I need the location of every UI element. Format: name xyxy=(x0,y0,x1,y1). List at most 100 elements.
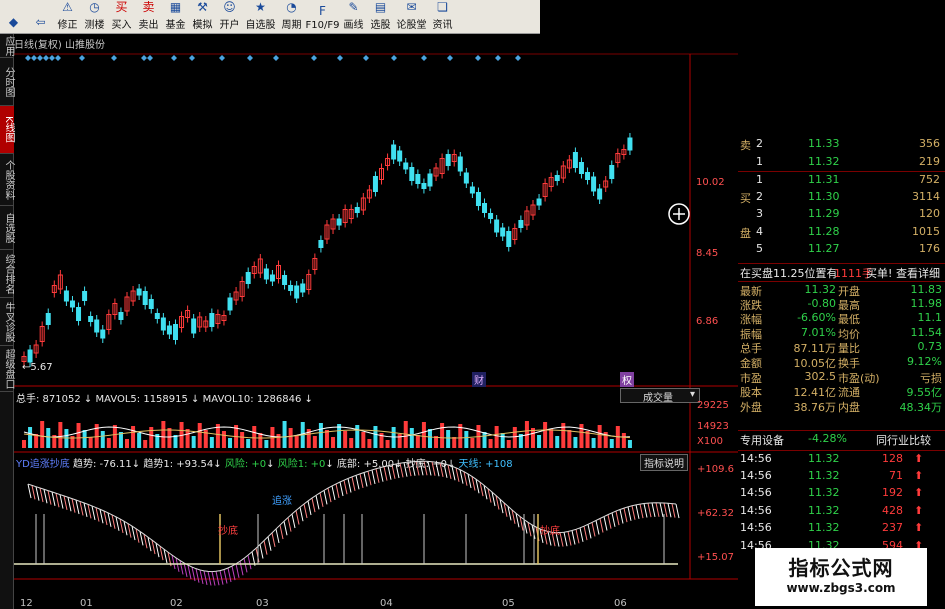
order-book-row: 5 11.27 176 xyxy=(738,241,945,257)
kline-chart-area[interactable]: 10.02 8.45 6.86 12 01 02 03 04 05 06 xyxy=(14,34,752,609)
indicator-trend1: 趋势1: +93.54 xyxy=(143,459,214,470)
toolbar-button-0[interactable]: ◆ xyxy=(0,0,27,33)
indicator-hatch-143 xyxy=(599,518,604,533)
toolbar-button-13[interactable]: ▤ 选股 xyxy=(367,0,394,33)
left-tab-7[interactable]: 超级盘口 xyxy=(0,346,14,392)
orderbook-info-buy: 买单! xyxy=(866,267,893,280)
stat-value-2: 11.98 xyxy=(910,296,943,310)
ex-right-marker[interactable]: 权 xyxy=(620,372,634,387)
indicator-plot xyxy=(14,460,680,586)
left-tab-1[interactable]: 分时图 xyxy=(0,58,14,106)
toolbar-button-9[interactable]: ★ 自选股 xyxy=(243,0,278,33)
candle-body-45 xyxy=(294,285,300,299)
signal-diamond-20 xyxy=(447,55,453,61)
toolbar-button-8[interactable]: ☺ 开户 xyxy=(216,0,243,33)
volume-total: 总手: 871052 xyxy=(16,394,81,405)
toolbar-label: 修正 xyxy=(57,20,78,31)
tick-price: 11.32 xyxy=(808,452,840,465)
signal-diamond-13 xyxy=(247,55,253,61)
volume-bar-64 xyxy=(409,428,414,448)
signal-diamond-18 xyxy=(391,55,397,61)
sector-change: -4.28% xyxy=(808,432,847,445)
watermark-banner: 指标公式网 www.zbgs3.com xyxy=(755,548,927,606)
volume-bar-99 xyxy=(621,433,626,448)
indicator-hatch-77 xyxy=(335,483,340,499)
indicator-hatch-141 xyxy=(591,522,596,537)
stat-value: 7.01% xyxy=(801,325,836,339)
order-side: 买 xyxy=(740,191,751,205)
order-volume: 120 xyxy=(919,207,940,220)
chat-icon: ✉ xyxy=(406,0,417,14)
stat-value: -6.60% xyxy=(797,311,836,325)
volume-bar-36 xyxy=(240,432,245,448)
zoom-plus-icon[interactable] xyxy=(668,203,690,225)
left-tab-4[interactable]: 自选股 xyxy=(0,206,14,250)
toolbar-button-5[interactable]: 卖卖出 xyxy=(135,0,162,33)
sector-compare-button[interactable]: 同行业比较 xyxy=(876,432,931,448)
order-price: 11.30 xyxy=(808,189,840,203)
warning-icon: ⚠ xyxy=(62,0,73,14)
signal-diamond-19 xyxy=(421,55,427,61)
draw-icon: ✎ xyxy=(348,0,359,14)
indicator-hatch-55 xyxy=(247,555,252,570)
toolbar-button-10[interactable]: ◔ 周期 xyxy=(278,0,305,33)
candle-body-11 xyxy=(88,316,94,322)
toolbar-button-7[interactable]: ⚒ 模拟 xyxy=(189,0,216,33)
candle-body-73 xyxy=(463,172,469,184)
stat-value-2: 11.54 xyxy=(910,325,943,339)
indicator-hatch-24 xyxy=(123,521,128,536)
indicator-trend: 趋势: -76.11 xyxy=(73,459,132,470)
toolbar-button-14[interactable]: ✉ 论股堂 xyxy=(394,0,429,33)
orderbook-info-row: 在买盘11.25位置有 1111手 买单! 查看详细 xyxy=(738,263,945,281)
left-tab-2[interactable]: K线图 xyxy=(0,106,14,154)
toolbar-label: 开户 xyxy=(219,20,240,31)
up-arrow-icon: ⬆ xyxy=(914,486,924,499)
left-tab-0[interactable]: 应用 xyxy=(0,34,14,58)
volume-bar-38 xyxy=(252,426,257,448)
toolbar-button-1[interactable]: ⇦ xyxy=(27,0,54,33)
toolbar-button-3[interactable]: ◷ 测楼 xyxy=(81,0,108,33)
left-tab-5[interactable]: 综合排名 xyxy=(0,250,14,298)
chaodi-mark-2: 抄底 xyxy=(540,526,560,537)
date-axis-label-1: 01 xyxy=(80,598,93,609)
sector-row: 专用设备 -4.28% 同行业比较 xyxy=(738,430,945,448)
quote-stat-row: 涨跌 -0.80 最高 11.98 xyxy=(738,296,945,312)
order-level: 2 xyxy=(756,137,763,150)
signal-diamond-21 xyxy=(475,55,481,61)
indicator-hatch-45 xyxy=(207,571,212,586)
volume-bar-44 xyxy=(288,428,293,448)
orderbook-detail-link[interactable]: 查看详细 xyxy=(896,265,940,281)
order-volume: 752 xyxy=(919,173,940,186)
toolbar-button-6[interactable]: ▦ 基金 xyxy=(162,0,189,33)
volume-bar-54 xyxy=(349,438,354,448)
toolbar-button-12[interactable]: ✎ 画线 xyxy=(340,0,367,33)
indicator-hatch-71 xyxy=(311,497,316,513)
volume-bar-23 xyxy=(161,421,166,448)
candle-body-55 xyxy=(354,207,360,213)
fin-report-marker[interactable]: 财 xyxy=(472,372,486,387)
indicator-help-button[interactable]: 指标说明 xyxy=(640,454,688,471)
left-tab-3[interactable]: 个股资料 xyxy=(0,154,14,206)
indicator-hatch-145 xyxy=(607,514,612,529)
back-arrow-icon: ⇦ xyxy=(35,15,46,29)
sell-icon: 卖 xyxy=(142,0,155,14)
candle-body-31 xyxy=(209,313,215,327)
news-icon: ❏ xyxy=(437,0,448,14)
indicator-selector-dropdown[interactable]: 成交量 ▾ xyxy=(620,388,700,404)
ind-axis-top: +109.6 xyxy=(697,464,735,475)
toolbar-button-11[interactable]: F F10/F9 xyxy=(305,0,340,33)
indicator-hatch-80 xyxy=(347,478,352,493)
toolbar-button-2[interactable]: ⚠ 修正 xyxy=(54,0,81,33)
indicator-hatch-136 xyxy=(571,530,576,545)
left-tab-6[interactable]: 牛叉诊股 xyxy=(0,298,14,346)
order-price: 11.32 xyxy=(808,154,840,168)
order-volume: 1015 xyxy=(912,224,940,238)
indicator-hatch-154 xyxy=(643,503,648,518)
indicator-risk: 风险: +0 xyxy=(224,459,267,470)
tick-volume: 428 xyxy=(882,503,903,517)
volume-bar-74 xyxy=(470,438,475,448)
toolbar-button-4[interactable]: 买买入 xyxy=(108,0,135,33)
candle-body-9 xyxy=(76,307,82,321)
indicator-hatch-153 xyxy=(639,503,644,519)
toolbar-button-15[interactable]: ❏ 资讯 xyxy=(429,0,456,33)
